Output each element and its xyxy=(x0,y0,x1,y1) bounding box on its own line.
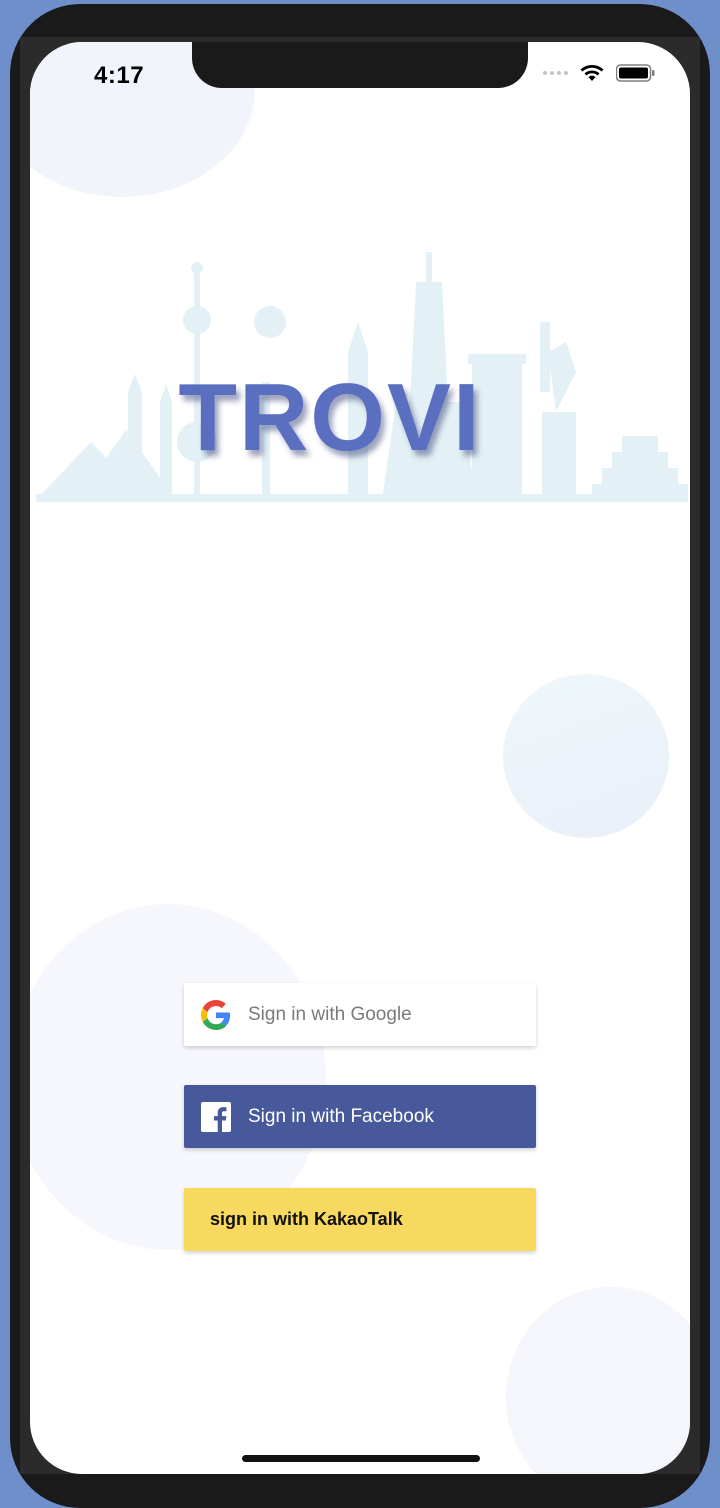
facebook-sign-in-label: Sign in with Facebook xyxy=(248,1105,434,1127)
battery-icon xyxy=(616,64,655,82)
kakaotalk-sign-in-button[interactable]: sign in with KakaoTalk xyxy=(184,1188,536,1251)
facebook-sign-in-button[interactable]: Sign in with Facebook xyxy=(184,1085,536,1148)
status-time: 4:17 xyxy=(94,62,145,89)
kakaotalk-sign-in-label: sign in with KakaoTalk xyxy=(210,1209,403,1229)
google-sign-in-label: Sign in with Google xyxy=(248,1003,412,1025)
device-notch xyxy=(192,42,528,88)
app-logo: TROVI xyxy=(178,364,482,471)
facebook-icon xyxy=(200,1101,232,1133)
status-icons xyxy=(543,64,656,82)
background-circle xyxy=(503,674,669,838)
wifi-icon xyxy=(580,65,604,81)
app-screen: 4:17 TROVI Sign in with Google Sign in w… xyxy=(30,42,690,1474)
google-sign-in-button[interactable]: Sign in with Google xyxy=(184,983,536,1046)
cellular-signal-icon xyxy=(543,71,568,75)
google-icon xyxy=(200,999,232,1031)
background-circle xyxy=(506,1287,690,1474)
home-indicator[interactable] xyxy=(242,1455,480,1462)
